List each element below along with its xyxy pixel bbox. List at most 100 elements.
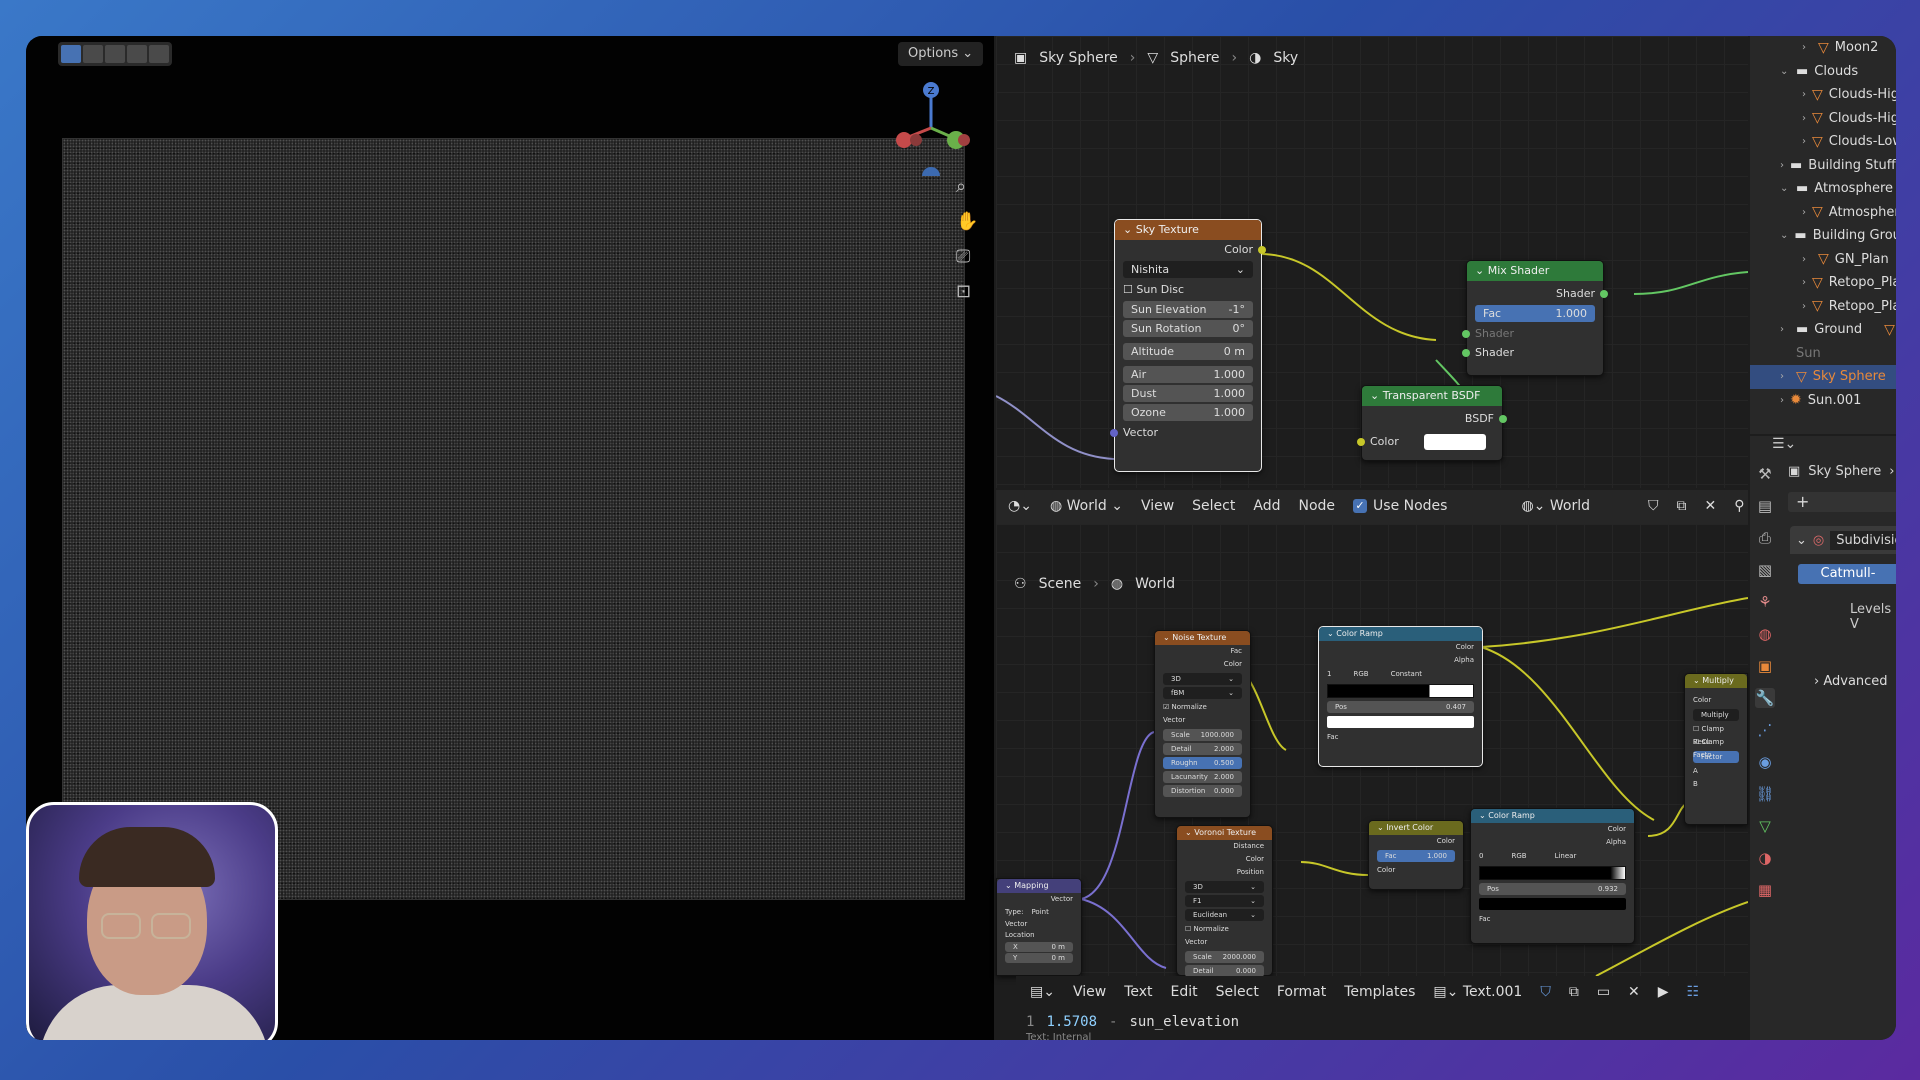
outliner-item[interactable]: › ▽ GN_Plan <box>1750 248 1896 272</box>
transparent-bsdf-title[interactable]: ⌄ Transparent BSDF <box>1362 386 1502 406</box>
color-ramp-2-title[interactable]: ⌄ Color Ramp <box>1471 809 1634 823</box>
ramp2-color-swatch[interactable] <box>1479 898 1626 910</box>
expand-icon[interactable]: › <box>1802 136 1806 147</box>
noise-title[interactable]: ⌄ Noise Texture <box>1155 631 1250 645</box>
texture-icon[interactable]: ▦ <box>1755 880 1775 900</box>
outliner-item[interactable]: ›✹Sun.001⤷ <box>1750 389 1896 413</box>
menu-view[interactable]: View <box>1073 984 1106 1000</box>
fake-user-shield-icon[interactable]: ⛉ <box>1540 984 1551 1000</box>
voronoi-texture-node[interactable]: ⌄ Voronoi Texture Distance Color Positio… <box>1176 825 1273 977</box>
outliner-item[interactable]: ⌄ ▬ Atmosphere <box>1750 177 1896 201</box>
select-extend-icon[interactable] <box>83 45 103 63</box>
text-datablock[interactable]: ▤⌄ Text.001 <box>1433 984 1522 1000</box>
outliner-item[interactable]: › ▬ Building Stuffs <box>1750 154 1896 178</box>
ramp1-gradient[interactable] <box>1327 684 1474 698</box>
color-ramp-1-title[interactable]: ⌄ Color Ramp <box>1319 627 1482 641</box>
collapse-icon[interactable]: ⌄ <box>1780 183 1790 194</box>
outliner-item[interactable]: ›▽Clouds-High <box>1750 83 1896 107</box>
scene-icon[interactable]: ⚘ <box>1755 592 1775 612</box>
gizmo-neg-z-axis[interactable] <box>922 167 940 176</box>
bsdf-color-swatch[interactable] <box>1424 434 1486 450</box>
clamp-result-checkbox[interactable]: ☐ Clamp Resu <box>1685 723 1747 746</box>
gizmo-x-axis[interactable] <box>896 132 912 148</box>
output-socket[interactable] <box>1499 415 1507 423</box>
code-line[interactable]: 1 1.5708 - sun_elevation <box>1026 1014 1239 1030</box>
expand-icon[interactable]: › <box>1802 277 1806 288</box>
render-icon[interactable]: ▤ <box>1755 496 1775 516</box>
mapping-type-row[interactable]: Type: Point <box>997 906 1081 919</box>
mix-fac-field[interactable]: Fac 1.000 <box>1475 305 1595 322</box>
particles-icon[interactable]: ⋰ <box>1755 720 1775 740</box>
run-script-icon[interactable]: ▶ <box>1658 984 1669 1000</box>
outliner-item[interactable]: ⌄▬Building Ground <box>1750 224 1896 248</box>
noise-mode-dropdown[interactable]: fBM ⌄ <box>1163 687 1242 699</box>
line-numbers-icon[interactable]: ☷ <box>1687 984 1700 1000</box>
mapping-loc-y[interactable]: Y0 m <box>1005 953 1073 963</box>
invert-fac-field[interactable]: Fac 1.000 <box>1377 850 1455 862</box>
input-socket[interactable] <box>1462 330 1470 338</box>
mapping-node[interactable]: ⌄ Mapping Vector Type: Point Vector Locat… <box>996 878 1082 976</box>
noise-distortion-field[interactable]: Distortion 0.000 <box>1163 785 1242 797</box>
outliner-item-active[interactable]: › ▽ Sky Sphere <box>1750 365 1896 389</box>
expand-icon[interactable]: › <box>1802 42 1812 53</box>
viewport[interactable]: Options ⌄ Z ⌕ ✋ ⎚ ⊡ <box>26 36 994 1040</box>
mix-shader-title[interactable]: ⌄ Mix Shader <box>1467 261 1603 281</box>
menu-select[interactable]: Select <box>1216 984 1259 1000</box>
invert-title[interactable]: ⌄ Invert Color <box>1369 821 1463 835</box>
transparent-bsdf-node[interactable]: ⌄ Transparent BSDF BSDF Color <box>1357 385 1507 461</box>
voronoi-feature-dropdown[interactable]: F1 ⌄ <box>1185 895 1264 907</box>
outliner-item[interactable]: › ▽ Moon2 <box>1750 36 1896 60</box>
mapping-title[interactable]: ⌄ Mapping <box>997 879 1081 893</box>
world-editor[interactable]: ◔⌄ ◍ World ⌄ View Select Add Node ✓ Use N… <box>996 490 1748 977</box>
view-layer-icon[interactable]: ▧ <box>1755 560 1775 580</box>
world-icon[interactable]: ◍ <box>1755 624 1775 644</box>
voronoi-dim-dropdown[interactable]: 3D ⌄ <box>1185 881 1264 893</box>
outliner-item[interactable]: ›▽Retopo_Plane <box>1750 295 1896 319</box>
sun-elevation-field[interactable]: Sun Elevation -1° <box>1123 301 1253 318</box>
collapse-icon[interactable]: ⌄ <box>1780 230 1788 241</box>
noise-scale-field[interactable]: Scale 1000.000 <box>1163 729 1242 741</box>
pan-hand-icon[interactable]: ✋ <box>956 211 978 232</box>
add-modifier-button[interactable]: + <box>1788 492 1896 512</box>
noise-normalize-checkbox[interactable]: ☑ Normalize <box>1155 701 1250 714</box>
output-socket[interactable] <box>1258 246 1266 254</box>
noise-lacunarity-field[interactable]: Lacunarity 2.000 <box>1163 771 1242 783</box>
data-icon[interactable]: ▽ <box>1755 816 1775 836</box>
ramp2-controls[interactable]: 0 RGB Linear <box>1471 849 1634 863</box>
noise-dim-dropdown[interactable]: 3D ⌄ <box>1163 673 1242 685</box>
outliner-item[interactable]: ›▽Atmosphere/ <box>1750 201 1896 225</box>
input-socket[interactable] <box>1110 429 1118 437</box>
duplicate-icon[interactable]: ⧉ <box>1569 984 1579 1000</box>
outliner-item[interactable]: › ▽ Clouds-Low <box>1750 130 1896 154</box>
input-socket[interactable] <box>1357 438 1365 446</box>
mix-shader-node[interactable]: ⌄ Mix Shader Shader Fac 1.000 Shader Shad… <box>1462 260 1608 376</box>
ramp1-pos-field[interactable]: Pos 0.407 <box>1327 701 1474 713</box>
outliner-item[interactable]: Sun <box>1750 342 1896 366</box>
constraints-icon[interactable]: ⛓ <box>1755 784 1775 804</box>
multiply-node[interactable]: ⌄ Multiply Color Multiply ☐ Clamp Resu ☑… <box>1684 673 1748 825</box>
color-ramp-node-1[interactable]: ⌄ Color Ramp Color Alpha 1 RGB Constant Po… <box>1318 626 1483 767</box>
gizmo-neg-x-axis[interactable] <box>958 134 970 146</box>
zoom-icon[interactable]: ⌕ <box>956 176 978 197</box>
sun-disc-checkbox[interactable]: ☐ Sun Disc <box>1115 280 1261 299</box>
multiply-mode-dropdown[interactable]: Multiply <box>1693 709 1739 721</box>
text-editor-type-icon[interactable]: ▤⌄ <box>1030 984 1055 1000</box>
ramp1-controls[interactable]: 1 RGB Constant <box>1319 667 1482 681</box>
modifier-name[interactable]: Subdivision <box>1830 530 1896 550</box>
air-field[interactable]: Air 1.000 <box>1123 366 1253 383</box>
voronoi-title[interactable]: ⌄ Voronoi Texture <box>1177 826 1272 840</box>
advanced-panel[interactable]: › Advanced <box>1814 674 1888 689</box>
expand-icon[interactable]: › <box>1780 160 1784 171</box>
lock-icon[interactable]: ⊡ <box>956 281 978 302</box>
expand-icon[interactable]: › <box>1802 301 1806 312</box>
outliner-item[interactable]: › ▬ Ground ▽ <box>1750 318 1896 342</box>
sun-rotation-field[interactable]: Sun Rotation 0° <box>1123 320 1253 337</box>
collapse-icon[interactable]: ⌄ <box>1796 533 1807 548</box>
noise-detail-field[interactable]: Detail 2.000 <box>1163 743 1242 755</box>
object-icon[interactable]: ▣ <box>1755 656 1775 676</box>
tool-icon[interactable]: ⚒ <box>1755 464 1775 484</box>
properties-editor-type-icon[interactable]: ☰⌄ <box>1772 436 1796 452</box>
physics-icon[interactable]: ◉ <box>1755 752 1775 772</box>
outliner-item[interactable]: ›▽Clouds-High <box>1750 107 1896 131</box>
outliner-item[interactable]: ⌄ ▬ Clouds <box>1750 60 1896 84</box>
